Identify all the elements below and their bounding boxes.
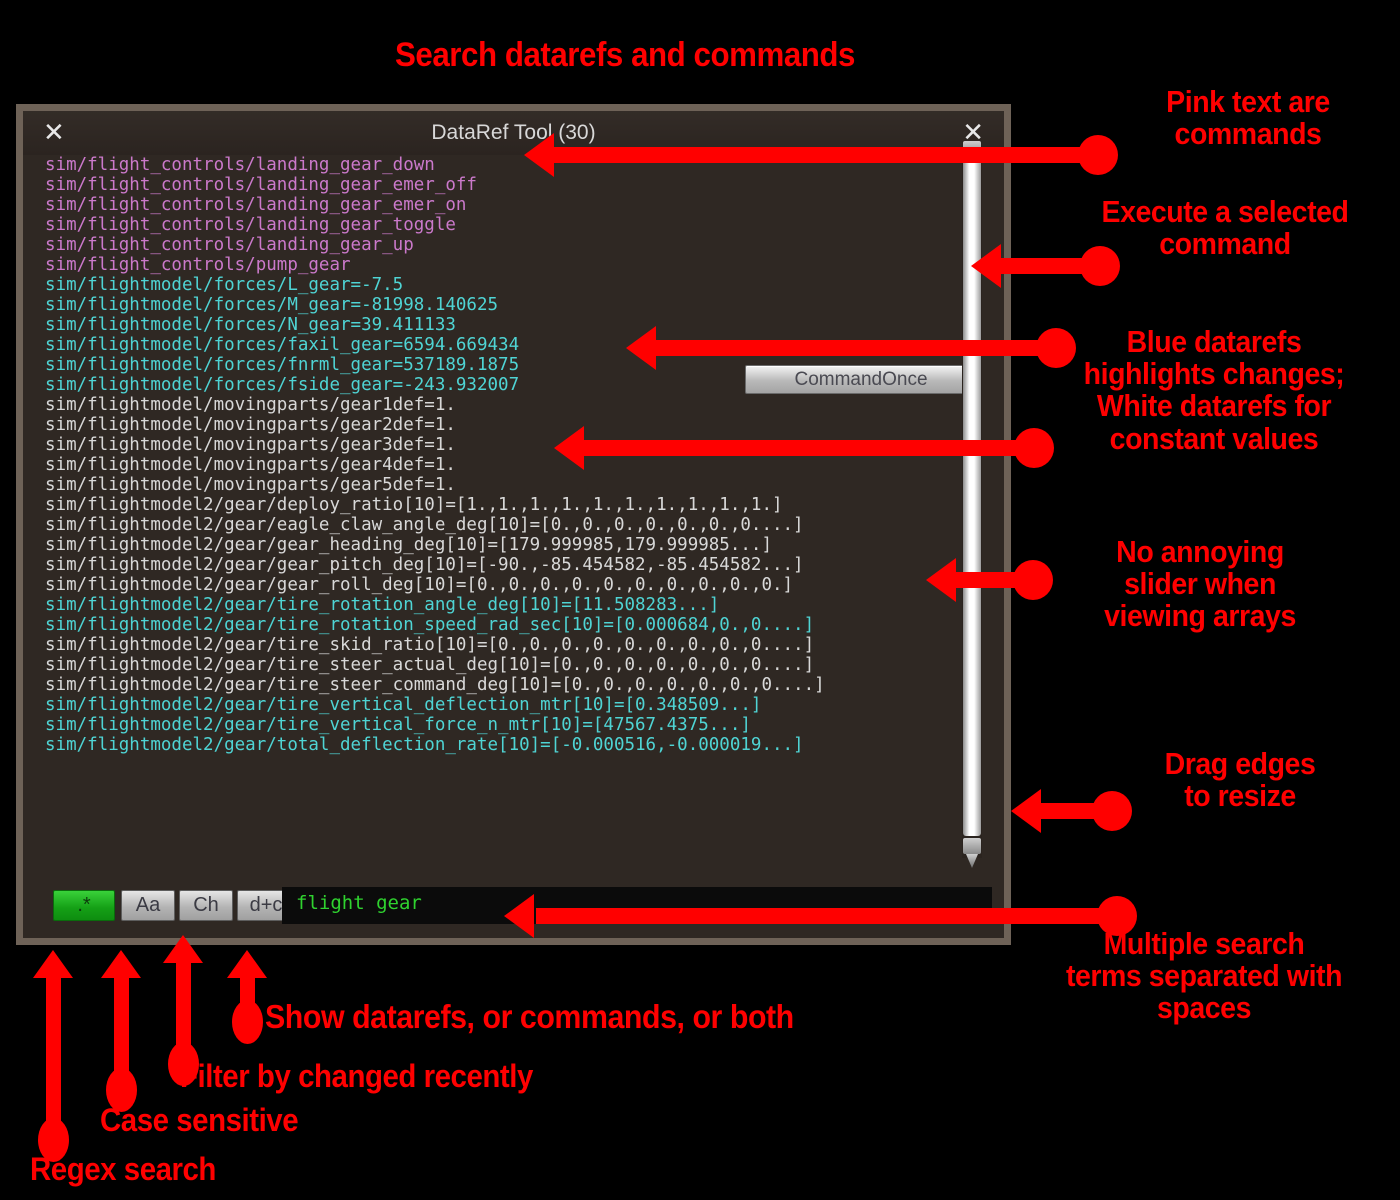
annotation-pink-text: Pink text are commands: [1166, 84, 1330, 152]
dataref-list[interactable]: sim/flight_controls/landing_gear_down sim…: [23, 155, 1004, 878]
annotation-title: Search datarefs and commands: [395, 36, 855, 74]
arrowhead-white-datarefs: [554, 426, 584, 470]
command-once-button[interactable]: CommandOnce: [745, 365, 977, 394]
dataref-row[interactable]: sim/flightmodel2/gear/tire_rotation_spee…: [45, 615, 1004, 635]
dataref-row[interactable]: sim/flightmodel2/gear/gear_heading_deg[1…: [45, 535, 1004, 555]
dataref-row[interactable]: sim/flightmodel2/gear/tire_vertical_forc…: [45, 715, 1004, 735]
window-title: DataRef Tool (30): [431, 121, 596, 144]
annotation-case-sensitive: Case sensitive: [100, 1102, 299, 1138]
dataref-row[interactable]: sim/flight_controls/landing_gear_up: [45, 235, 1004, 255]
annotation-filter-changed: Filter by changed recently: [180, 1058, 533, 1094]
arrow-regex: [46, 975, 61, 1130]
search-input-value: flight gear: [296, 892, 422, 914]
dataref-row[interactable]: sim/flightmodel2/gear/tire_steer_command…: [45, 675, 1004, 695]
arrowhead-pink-text: [524, 133, 554, 177]
dataref-row[interactable]: sim/flightmodel/forces/M_gear=-81998.140…: [45, 295, 1004, 315]
arrowhead-multiple-terms: [504, 894, 534, 938]
arrow-pink-text: [553, 147, 1098, 163]
dataref-row[interactable]: sim/flightmodel2/gear/tire_vertical_defl…: [45, 695, 1004, 715]
arrowhead-drag-edges: [1011, 789, 1041, 833]
dataref-row[interactable]: sim/flight_controls/pump_gear: [45, 255, 1004, 275]
annotation-no-slider: No annoying slider when viewing arrays: [1104, 534, 1296, 634]
window-inner: ✕ DataRef Tool (30) ✕ sim/flight_control…: [23, 111, 1004, 938]
dataref-row[interactable]: sim/flight_controls/landing_gear_toggle: [45, 215, 1004, 235]
arrowhead-type: [227, 950, 267, 978]
arrowhead-execute: [971, 244, 1001, 288]
dataref-row[interactable]: sim/flightmodel2/gear/deploy_ratio[10]=[…: [45, 495, 1004, 515]
dataref-row[interactable]: sim/flightmodel2/gear/gear_pitch_deg[10]…: [45, 555, 1004, 575]
dataref-row[interactable]: sim/flightmodel2/gear/eagle_claw_angle_d…: [45, 515, 1004, 535]
arrowhead-blue-datarefs: [626, 326, 656, 370]
arrowhead-no-slider: [926, 558, 956, 602]
arrow-changed: [176, 960, 191, 1055]
arrow-multiple-terms: [536, 908, 1116, 924]
dataref-row[interactable]: sim/flightmodel2/gear/tire_steer_actual_…: [45, 655, 1004, 675]
scrollbar-down-arrow[interactable]: [963, 838, 981, 854]
dataref-row[interactable]: sim/flightmodel2/gear/tire_rotation_angl…: [45, 595, 1004, 615]
dataref-row[interactable]: sim/flightmodel/forces/L_gear=-7.5: [45, 275, 1004, 295]
changed-toggle-button[interactable]: Ch: [179, 890, 233, 921]
arrow-case: [114, 975, 129, 1080]
annotation-regex-search: Regex search: [30, 1151, 216, 1187]
dataref-row[interactable]: sim/flightmodel/movingparts/gear2def=1.: [45, 415, 1004, 435]
dataref-row[interactable]: sim/flightmodel2/gear/total_deflection_r…: [45, 735, 1004, 755]
annotation-execute: Execute a selected command: [1101, 194, 1349, 262]
arrowhead-case: [101, 950, 141, 978]
annotation-show-both: Show datarefs, or commands, or both: [265, 998, 794, 1035]
dataref-row[interactable]: sim/flightmodel/forces/N_gear=39.411133: [45, 315, 1004, 335]
dataref-row[interactable]: sim/flightmodel2/gear/gear_roll_deg[10]=…: [45, 575, 1004, 595]
annotation-multiple-terms: Multiple search terms separated with spa…: [1065, 926, 1343, 1026]
dataref-tool-window[interactable]: ✕ DataRef Tool (30) ✕ sim/flight_control…: [16, 104, 1011, 945]
arrow-dot-no-slider: [1013, 560, 1053, 600]
dataref-row[interactable]: sim/flight_controls/landing_gear_emer_on: [45, 195, 1004, 215]
case-toggle-button[interactable]: Aa: [121, 890, 175, 921]
dataref-row[interactable]: sim/flight_controls/landing_gear_emer_of…: [45, 175, 1004, 195]
arrow-dot-type: [232, 1000, 263, 1044]
dataref-row[interactable]: sim/flightmodel/movingparts/gear1def=1.: [45, 395, 1004, 415]
dataref-row[interactable]: sim/flightmodel/movingparts/gear4def=1.: [45, 455, 1004, 475]
arrow-white-datarefs: [583, 440, 1028, 456]
regex-toggle-button[interactable]: .*: [53, 890, 115, 921]
dataref-row[interactable]: sim/flightmodel/movingparts/gear5def=1.: [45, 475, 1004, 495]
annotation-blue-white: Blue datarefs highlights changes; White …: [1083, 324, 1345, 456]
arrowhead-changed: [163, 935, 203, 963]
annotation-drag-edges: Drag edges to resize: [1164, 746, 1316, 814]
dataref-row[interactable]: sim/flightmodel2/gear/tire_skid_ratio[10…: [45, 635, 1004, 655]
arrowhead-regex: [33, 950, 73, 978]
arrow-blue-datarefs: [655, 340, 1055, 356]
